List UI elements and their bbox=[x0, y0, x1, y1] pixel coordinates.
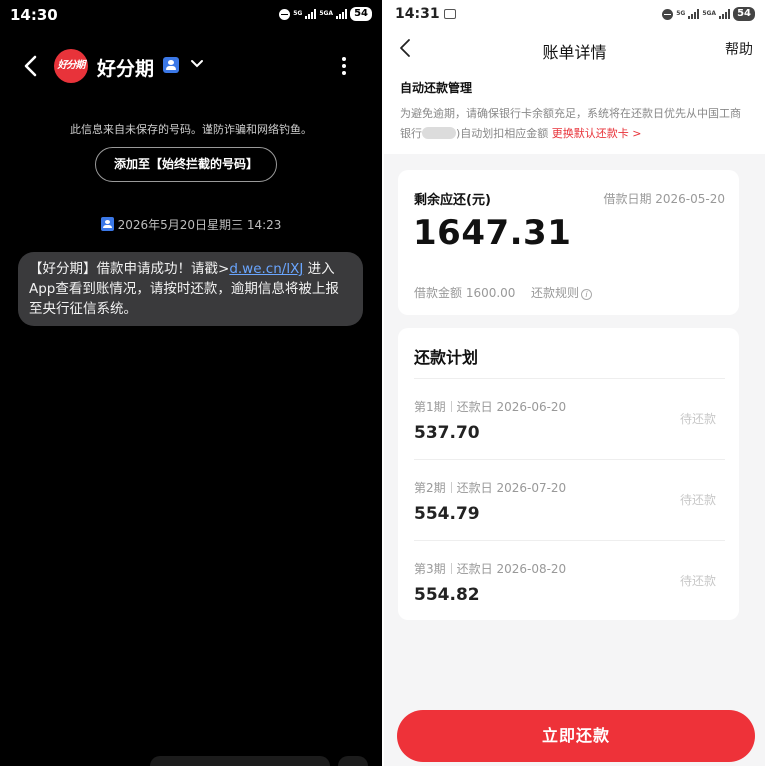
chevron-down-icon[interactable] bbox=[190, 58, 204, 70]
sms-screen: 14:30 5G 5GA 54 好分期 好分期 此信息来自未保存的号码。谨防诈骗… bbox=[0, 0, 382, 766]
sim-icon bbox=[100, 217, 114, 231]
rules-label: 还款规则 bbox=[531, 286, 580, 300]
loan-amount: 借款金额 1600.00 bbox=[414, 286, 516, 300]
message-bubble: 【好分期】借款申请成功！请戳>d.we.cn/lXJ 进入App查看到账情况，请… bbox=[18, 252, 363, 326]
status-icons: 5G 5GA 54 bbox=[662, 7, 755, 21]
battery-icon: 54 bbox=[350, 7, 372, 21]
status-bar: 14:31 5G 5GA 54 bbox=[384, 0, 765, 30]
due-date: 还款日 2026-07-20 bbox=[456, 481, 567, 495]
divider bbox=[414, 378, 725, 379]
conversation-header: 好分期 好分期 bbox=[0, 48, 382, 84]
repayment-rules-link[interactable]: 还款规则 i bbox=[531, 284, 593, 301]
page-title: 账单详情 bbox=[542, 43, 607, 62]
plan-row[interactable]: 第2期 还款日 2026-07-20 554.79 待还款 bbox=[398, 461, 739, 541]
page-header: 账单详情 帮助 bbox=[384, 30, 765, 68]
network-5ga-label: 5GA bbox=[702, 10, 717, 17]
help-link[interactable]: 帮助 bbox=[725, 39, 753, 59]
status-bar: 14:30 5G 5GA 54 bbox=[0, 0, 382, 30]
add-to-block-list-button[interactable]: 添加至【始终拦截的号码】 bbox=[95, 147, 277, 182]
change-card-link[interactable]: 更换默认还款卡 > bbox=[552, 127, 642, 140]
divider bbox=[414, 540, 725, 541]
do-not-disturb-icon bbox=[662, 8, 674, 20]
plan-period: 第3期 还款日 2026-08-20 bbox=[414, 560, 566, 577]
repayment-plan-card: 还款计划 第1期 还款日 2026-06-20 537.70 待还款 第2期 还款日… bbox=[398, 328, 739, 620]
remaining-label: 剩余应还(元) bbox=[414, 193, 491, 208]
network-5g-label: 5G bbox=[293, 10, 303, 17]
auto-repay-text: 为避免逾期，请确保银行卡余额充足，系统将在还款日优先从中国工商银行)自动划扣相应… bbox=[400, 104, 749, 144]
period-label: 第1期 bbox=[414, 400, 446, 414]
divider bbox=[414, 459, 725, 460]
signal-icon bbox=[719, 9, 731, 19]
do-not-disturb-icon bbox=[279, 8, 291, 20]
signal-icon bbox=[336, 9, 348, 19]
status-time: 14:31 bbox=[395, 6, 456, 22]
plan-status: 待还款 bbox=[680, 574, 717, 588]
plan-period: 第1期 还款日 2026-06-20 bbox=[414, 398, 566, 415]
period-label: 第2期 bbox=[414, 481, 446, 495]
message-input-bar[interactable] bbox=[150, 756, 330, 766]
datetime-text: 2026年5月20日星期三 14:23 bbox=[117, 218, 282, 232]
plan-period: 第2期 还款日 2026-07-20 bbox=[414, 479, 566, 496]
auto-repay-title: 自动还款管理 bbox=[400, 81, 473, 95]
contact-card-icon bbox=[163, 57, 179, 73]
network-5ga-label: 5GA bbox=[319, 10, 334, 17]
network-5g-label: 5G bbox=[676, 10, 686, 17]
plan-amount: 554.79 bbox=[414, 504, 480, 524]
message-text-start: 【好分期】借款申请成功！请戳> bbox=[29, 261, 230, 277]
back-arrow-icon[interactable] bbox=[22, 54, 40, 78]
remaining-summary-card: 剩余应还(元) 借款日期 2026-05-20 1647.31 借款金额 160… bbox=[398, 170, 739, 315]
status-time-text: 14:31 bbox=[395, 6, 440, 22]
info-icon: i bbox=[581, 289, 593, 300]
bill-detail-screen: 14:31 5G 5GA 54 账单详情 帮助 自动还款管理 为避免逾期，请确保… bbox=[384, 0, 765, 766]
message-link[interactable]: d.we.cn/lXJ bbox=[229, 261, 303, 277]
loan-date: 借款日期 2026-05-20 bbox=[603, 192, 725, 206]
masked-card-number bbox=[422, 127, 456, 139]
more-options-icon[interactable] bbox=[336, 54, 352, 78]
plan-row[interactable]: 第1期 还款日 2026-06-20 537.70 待还款 bbox=[398, 380, 739, 460]
period-label: 第3期 bbox=[414, 562, 446, 576]
plan-row[interactable]: 第3期 还款日 2026-08-20 554.82 待还款 bbox=[398, 542, 739, 622]
signal-icon bbox=[688, 9, 700, 19]
due-date: 还款日 2026-06-20 bbox=[456, 400, 567, 414]
plan-amount: 537.70 bbox=[414, 423, 480, 443]
auto-repay-section: 自动还款管理 为避免逾期，请确保银行卡余额充足，系统将在还款日优先从中国工商银行… bbox=[384, 68, 765, 154]
plan-status: 待还款 bbox=[680, 493, 717, 507]
sender-avatar[interactable]: 好分期 bbox=[54, 49, 88, 83]
auto-repay-text-2: )自动划扣相应金额 bbox=[456, 127, 549, 140]
battery-icon: 54 bbox=[733, 7, 755, 21]
due-date: 还款日 2026-08-20 bbox=[456, 562, 567, 576]
plan-status: 待还款 bbox=[680, 412, 717, 426]
unsaved-number-notice: 此信息来自未保存的号码。谨防诈骗和网络钓鱼。 bbox=[70, 123, 312, 136]
pay-now-button[interactable]: 立即还款 bbox=[397, 710, 755, 762]
sender-name[interactable]: 好分期 bbox=[97, 54, 154, 81]
message-datetime: 2026年5月20日星期三 14:23 bbox=[0, 216, 382, 233]
signal-icon bbox=[305, 9, 317, 19]
status-time: 14:30 bbox=[10, 6, 58, 24]
plan-title: 还款计划 bbox=[414, 348, 479, 367]
remaining-amount: 1647.31 bbox=[413, 213, 572, 253]
send-button[interactable] bbox=[338, 756, 368, 766]
screenshot-icon bbox=[443, 9, 456, 19]
plan-amount: 554.82 bbox=[414, 585, 480, 605]
status-icons: 5G 5GA 54 bbox=[279, 7, 372, 21]
